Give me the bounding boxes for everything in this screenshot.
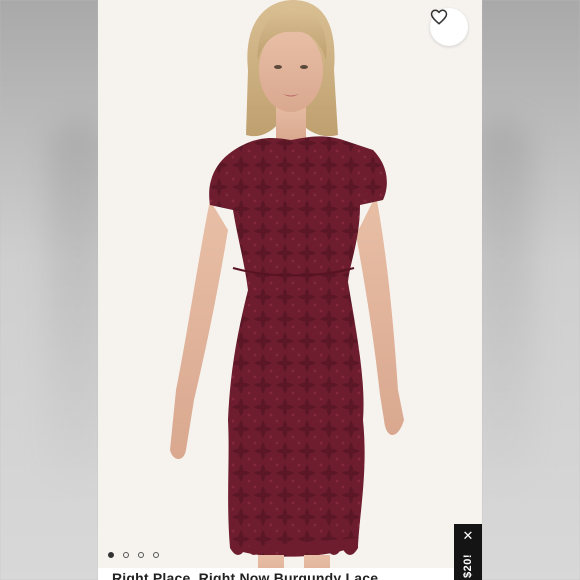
image-pagination (108, 552, 159, 558)
pagination-dot[interactable] (138, 552, 144, 558)
pagination-dot[interactable] (123, 552, 129, 558)
price-tag[interactable]: ✕ $20! (454, 524, 482, 580)
pagination-dot[interactable] (108, 552, 114, 558)
like-button[interactable] (430, 8, 468, 46)
listing-title-bar: Right Place, Right Now Burgundy Lace (98, 568, 482, 580)
pagination-dot[interactable] (153, 552, 159, 558)
product-image (170, 0, 404, 580)
listing-title[interactable]: Right Place, Right Now Burgundy Lace (112, 570, 378, 580)
price-label: $20! (462, 553, 474, 579)
close-icon[interactable]: ✕ (454, 528, 482, 544)
blurred-background-right (472, 0, 580, 580)
blurred-background-left (0, 0, 108, 580)
product-photo[interactable]: Right Place, Right Now Burgundy Lace (98, 0, 482, 580)
